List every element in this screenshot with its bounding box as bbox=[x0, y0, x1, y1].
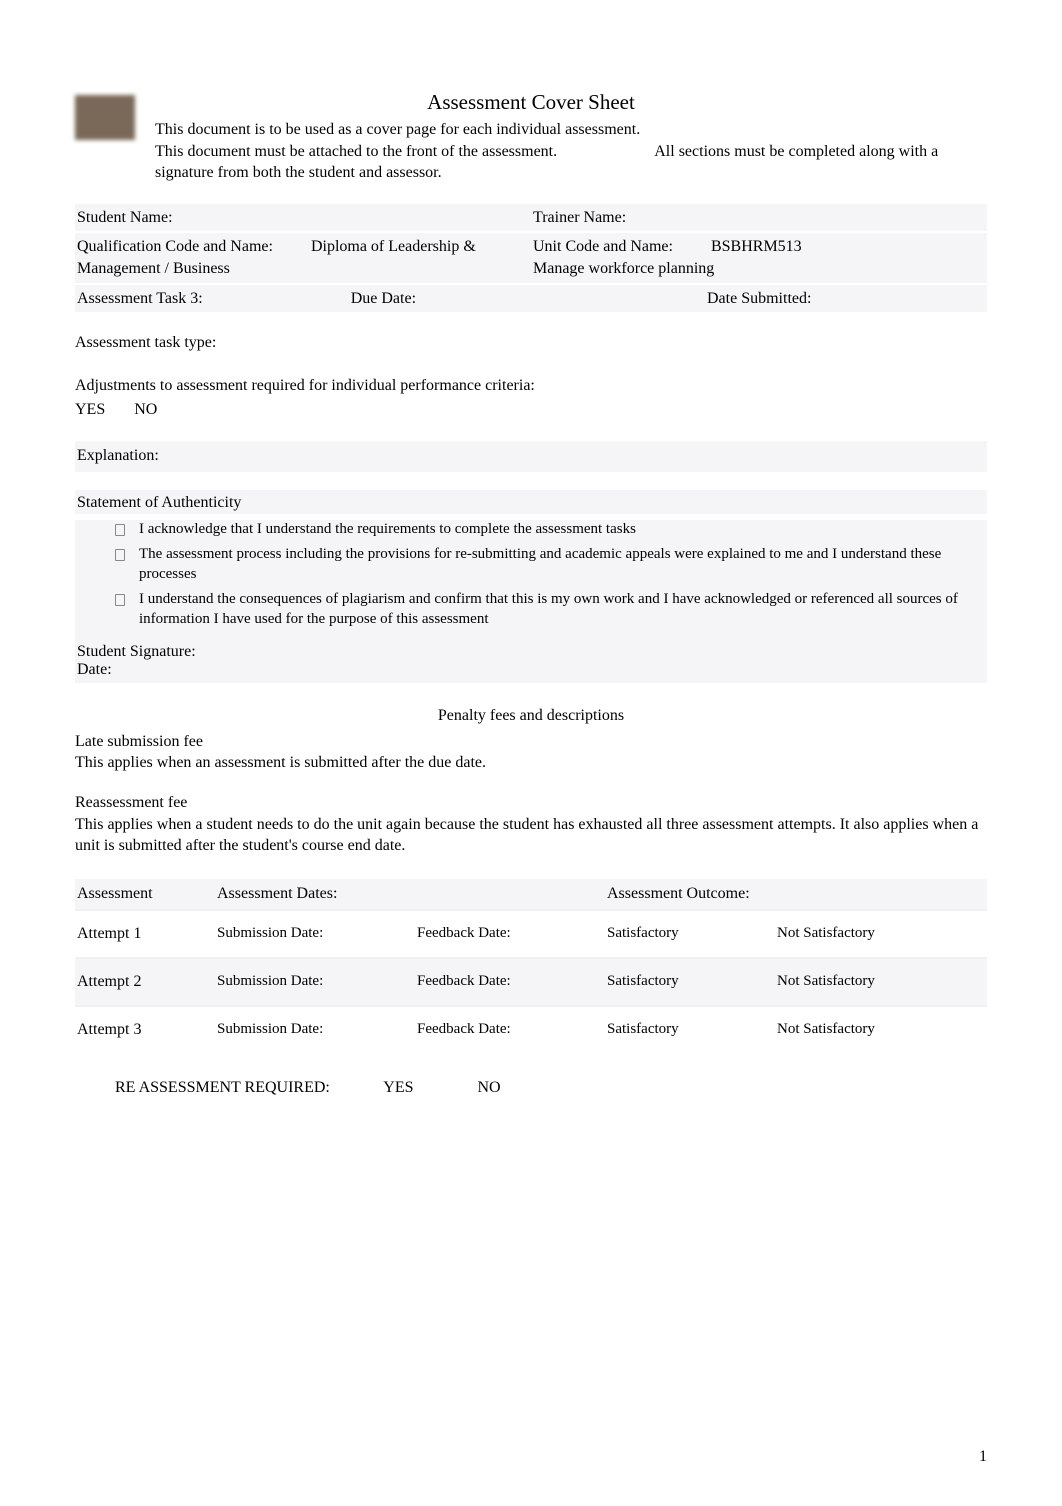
authenticity-item-1: I acknowledge that I understand the requ… bbox=[115, 520, 985, 540]
header-line1: This document is to be used as a cover p… bbox=[155, 121, 640, 138]
submission-date-1[interactable]: Submission Date: bbox=[217, 925, 417, 942]
page-number: 1 bbox=[979, 1448, 987, 1466]
feedback-date-2[interactable]: Feedback Date: bbox=[417, 973, 607, 990]
late-fee-heading: Late submission fee bbox=[75, 731, 987, 753]
submission-date-3[interactable]: Submission Date: bbox=[217, 1021, 417, 1038]
adjustments-no-option[interactable]: NO bbox=[134, 401, 157, 418]
qualification-cell: Qualification Code and Name: Diploma of … bbox=[75, 233, 531, 282]
authenticity-item-3: I understand the consequences of plagiar… bbox=[115, 590, 985, 629]
reassessment-yes-option[interactable]: YES bbox=[383, 1079, 413, 1096]
authenticity-heading: Statement of Authenticity bbox=[75, 490, 987, 514]
header: Assessment Cover Sheet This document is … bbox=[75, 90, 987, 184]
authenticity-item-2: The assessment process including the pro… bbox=[115, 545, 985, 584]
info-grid: Student Name: Trainer Name: Qualificatio… bbox=[75, 204, 987, 312]
feedback-date-1[interactable]: Feedback Date: bbox=[417, 925, 607, 942]
explanation-label: Explanation: bbox=[77, 447, 159, 464]
unit-name: Manage workforce planning bbox=[533, 260, 714, 277]
assessment-table-header: Assessment Assessment Dates: Assessment … bbox=[75, 879, 987, 909]
page-title: Assessment Cover Sheet bbox=[75, 90, 987, 115]
satisfactory-2[interactable]: Satisfactory bbox=[607, 973, 777, 990]
date-submitted-label: Date Submitted: bbox=[707, 290, 811, 307]
explanation-block: Explanation: bbox=[75, 441, 987, 471]
attempt-label-3: Attempt 3 bbox=[77, 1021, 217, 1039]
signature-date-label[interactable]: Date: bbox=[77, 661, 985, 679]
unit-label: Unit Code and Name: bbox=[533, 238, 673, 255]
not-satisfactory-3[interactable]: Not Satisfactory bbox=[777, 1021, 985, 1038]
submission-date-2[interactable]: Submission Date: bbox=[217, 973, 417, 990]
trainer-name-cell: Trainer Name: bbox=[531, 204, 987, 232]
institution-logo bbox=[75, 95, 135, 140]
not-satisfactory-1[interactable]: Not Satisfactory bbox=[777, 925, 985, 942]
th-outcome: Assessment Outcome: bbox=[607, 885, 985, 903]
student-name-label: Student Name: bbox=[77, 209, 173, 226]
reassessment-fee-heading: Reassessment fee bbox=[75, 792, 987, 814]
adjustments-yes-option[interactable]: YES bbox=[75, 401, 105, 418]
task-cell: Assessment Task 3: Due Date: bbox=[75, 285, 531, 313]
signature-row: Student Signature: Date: bbox=[75, 641, 987, 683]
qualification-label: Qualification Code and Name: bbox=[77, 238, 273, 255]
table-row: Attempt 1 Submission Date: Feedback Date… bbox=[75, 909, 987, 957]
satisfactory-1[interactable]: Satisfactory bbox=[607, 925, 777, 942]
table-row: Attempt 3 Submission Date: Feedback Date… bbox=[75, 1005, 987, 1053]
attempt-label-1: Attempt 1 bbox=[77, 925, 217, 943]
reassessment-required-row: RE ASSESSMENT REQUIRED: YES NO bbox=[75, 1079, 987, 1097]
feedback-date-3[interactable]: Feedback Date: bbox=[417, 1021, 607, 1038]
trainer-name-label: Trainer Name: bbox=[533, 209, 626, 226]
adjustments-yes-no: YES NO bbox=[75, 399, 987, 421]
header-text-block: Assessment Cover Sheet This document is … bbox=[155, 90, 987, 184]
late-fee-text: This applies when an assessment is submi… bbox=[75, 752, 987, 774]
table-row: Attempt 2 Submission Date: Feedback Date… bbox=[75, 957, 987, 1005]
attempt-label-2: Attempt 2 bbox=[77, 973, 217, 991]
reassessment-fee-text: This applies when a student needs to do … bbox=[75, 814, 987, 857]
task-label: Assessment Task 3: bbox=[77, 290, 203, 307]
header-intro: This document is to be used as a cover p… bbox=[155, 119, 987, 184]
due-date-label: Due Date: bbox=[351, 290, 416, 307]
assessment-table: Assessment Assessment Dates: Assessment … bbox=[75, 879, 987, 1053]
th-assessment: Assessment bbox=[77, 885, 217, 903]
reassessment-no-option[interactable]: NO bbox=[478, 1079, 501, 1096]
penalty-title: Penalty fees and descriptions bbox=[75, 705, 987, 727]
reassessment-required-label: RE ASSESSMENT REQUIRED: bbox=[115, 1079, 330, 1096]
task-type-block: Assessment task type: bbox=[75, 332, 987, 354]
th-dates: Assessment Dates: bbox=[217, 885, 607, 903]
header-line2a: This document must be attached to the fr… bbox=[155, 143, 557, 160]
adjustments-label: Adjustments to assessment required for i… bbox=[75, 375, 987, 397]
not-satisfactory-2[interactable]: Not Satisfactory bbox=[777, 973, 985, 990]
satisfactory-3[interactable]: Satisfactory bbox=[607, 1021, 777, 1038]
unit-cell: Unit Code and Name: BSBHRM513 Manage wor… bbox=[531, 233, 987, 282]
unit-code: BSBHRM513 bbox=[711, 238, 802, 255]
task-type-label: Assessment task type: bbox=[75, 334, 216, 351]
student-signature-label[interactable]: Student Signature: bbox=[77, 643, 985, 661]
adjustments-block: Adjustments to assessment required for i… bbox=[75, 375, 987, 422]
date-submitted-cell: Date Submitted: bbox=[531, 285, 987, 313]
authenticity-list: I acknowledge that I understand the requ… bbox=[75, 520, 987, 642]
student-name-cell: Student Name: bbox=[75, 204, 531, 232]
penalty-block: Penalty fees and descriptions Late submi… bbox=[75, 705, 987, 857]
